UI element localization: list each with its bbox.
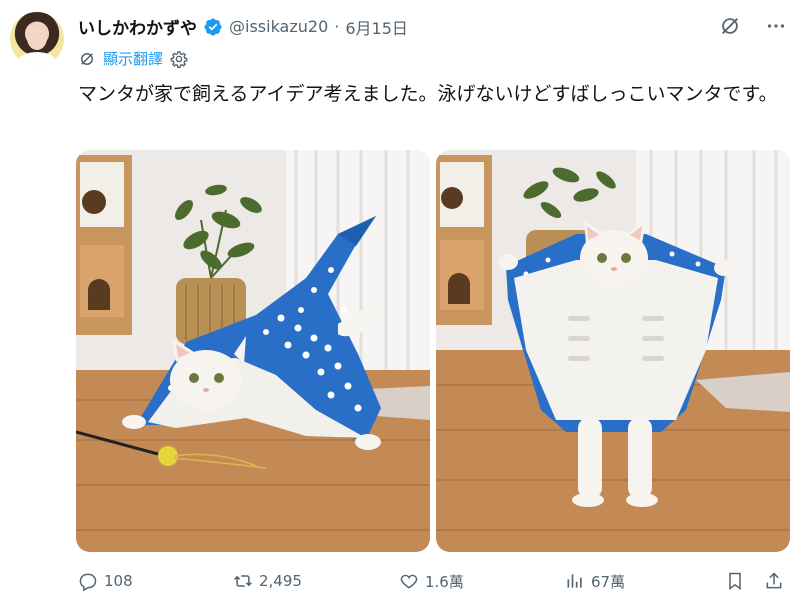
tweet-date[interactable]: 6月15日	[345, 15, 408, 39]
views-button[interactable]: 67萬	[565, 571, 625, 592]
separator-dot: ·	[334, 17, 340, 36]
retweet-icon	[234, 575, 252, 587]
reply-count: 108	[104, 572, 133, 590]
grok-icon-glyph	[722, 18, 738, 34]
retweet-button[interactable]: 2,495	[233, 571, 302, 591]
bookmark-button[interactable]	[725, 571, 745, 591]
action-bar: 108 2,495 1.6萬 67萬	[78, 566, 788, 596]
media-grid	[76, 150, 790, 552]
heart-icon	[400, 574, 418, 589]
like-count: 1.6萬	[425, 572, 464, 591]
avatar-shirt	[18, 52, 56, 66]
manta-cat-standing-image	[436, 150, 790, 552]
share-button[interactable]	[764, 571, 784, 591]
reply-icon	[79, 573, 97, 591]
settings-gear-icon[interactable]	[170, 50, 188, 68]
like-button[interactable]: 1.6萬	[399, 571, 464, 592]
grok-translate-icon	[81, 52, 93, 65]
author-handle[interactable]: @issikazu20	[229, 17, 328, 36]
tweet-text: マンタが家で飼えるアイデア考えました。泳げないけどすばしっこいマンタです。	[78, 83, 778, 105]
top-right-controls	[718, 14, 788, 38]
photo-1[interactable]	[76, 150, 430, 552]
photo-2[interactable]	[436, 150, 790, 552]
show-translation-link[interactable]: 顯示翻譯	[103, 48, 163, 69]
bookmark-icon	[729, 572, 741, 590]
views-chart-icon	[567, 574, 582, 588]
grok-icon[interactable]	[718, 14, 742, 38]
avatar-face	[27, 26, 47, 50]
author-display-name[interactable]: いしかわかずや	[78, 14, 197, 39]
verified-badge-icon	[204, 17, 222, 36]
view-count: 67萬	[591, 572, 626, 591]
more-options-icon[interactable]	[764, 14, 788, 38]
share-icon	[766, 572, 782, 589]
tweet-header: いしかわかずや @issikazu20 · 6月15日	[78, 14, 408, 39]
ellipsis-icon	[767, 24, 785, 28]
manta-cat-crouching-image	[76, 150, 430, 552]
avatar[interactable]	[10, 12, 64, 66]
retweet-count: 2,495	[259, 572, 302, 590]
translate-row: 顯示翻譯	[78, 48, 188, 69]
reply-button[interactable]: 108	[78, 571, 133, 591]
